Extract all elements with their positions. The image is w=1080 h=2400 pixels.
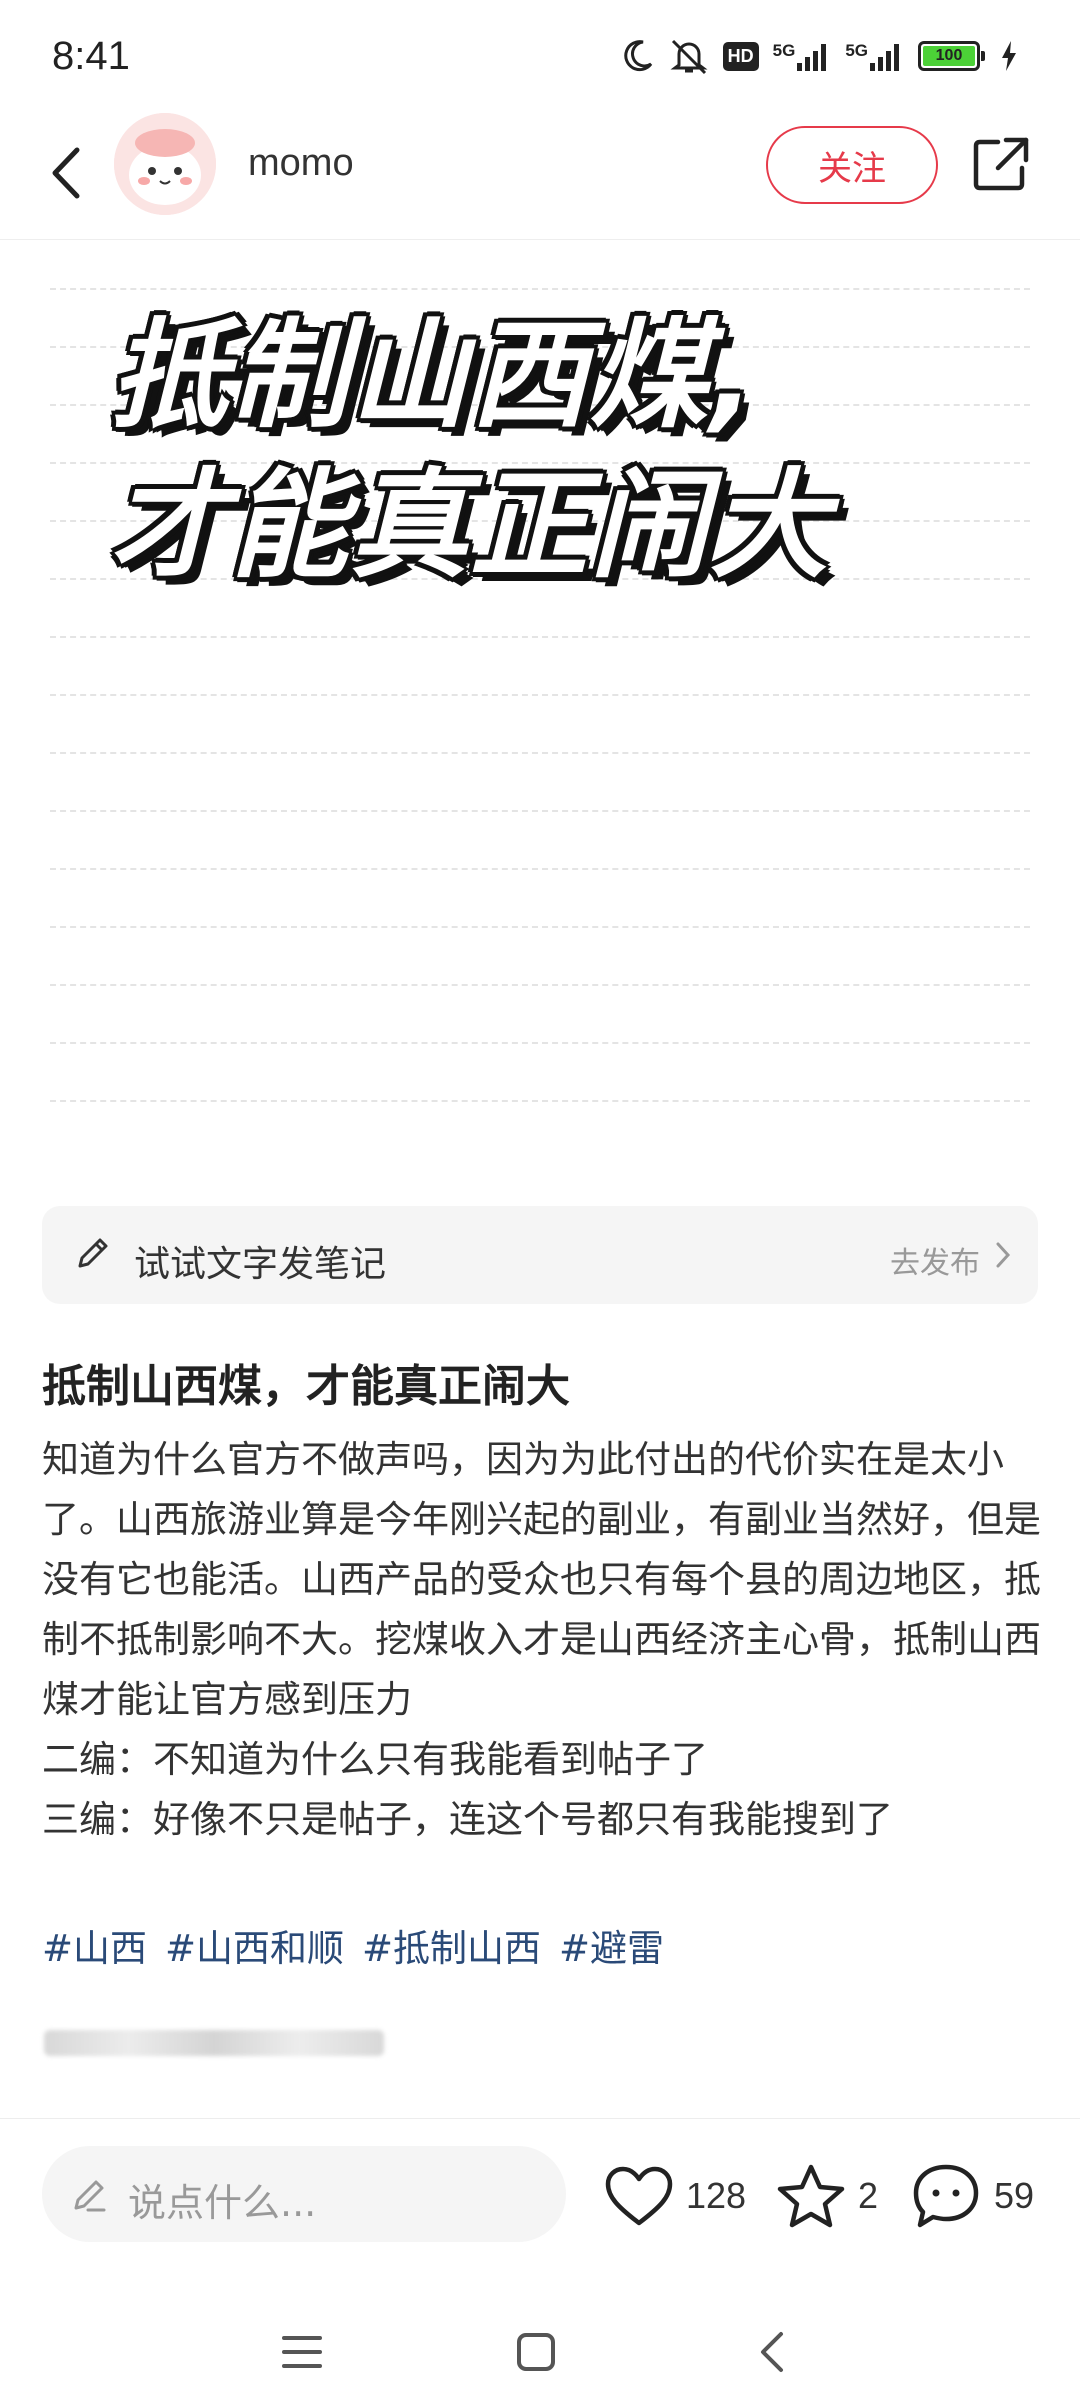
comment-icon (913, 2164, 979, 2228)
moon-icon (623, 40, 652, 72)
tag-link[interactable]: #山西和顺 (165, 1918, 344, 1972)
note-prompt-label: 试试文字发笔记 (134, 1244, 387, 1285)
network-label: 5G (772, 41, 796, 60)
signal-1: 5G (773, 41, 832, 71)
signal-2: 5G (845, 41, 904, 71)
charging-icon (1002, 41, 1016, 71)
status-icons: HD 5G 5G 100 (619, 34, 1018, 78)
post-body-text: 知道为什么官方不做声吗，因为为此付出的代价实在是太小了。山西旅游业算是今年刚兴起… (42, 1438, 1041, 1721)
ruled-line (50, 1042, 1030, 1044)
mute-bell-icon (670, 39, 708, 75)
tag-list: #山西 #山西和顺 #抵制山西 #避雷 (42, 1918, 664, 1972)
ruled-line (50, 752, 1030, 754)
collect-button[interactable]: 2 (776, 2158, 878, 2234)
home-square-icon (517, 2333, 555, 2371)
ruled-line (50, 288, 1030, 290)
menu-button[interactable] (272, 2322, 332, 2382)
ruled-line (50, 868, 1030, 870)
share-icon (973, 137, 1029, 191)
menu-icon (282, 2336, 322, 2368)
divider (0, 2118, 1080, 2119)
ruled-line (50, 636, 1030, 638)
text-note-prompt[interactable]: 试试文字发笔记 去发布 (42, 1206, 1038, 1304)
ruled-line (50, 1100, 1030, 1102)
signal-icon (797, 44, 827, 71)
post-title: 抵制山西煤，才能真正闹大 (42, 1361, 570, 1412)
battery-icon: 100 (918, 41, 985, 71)
tag-link[interactable]: #避雷 (559, 1918, 664, 1972)
avatar-image (114, 113, 216, 215)
post-header: momo 关注 (0, 110, 1080, 240)
avatar[interactable] (114, 113, 216, 215)
back-chevron-icon (761, 2332, 783, 2372)
post-body: 知道为什么官方不做声吗，因为为此付出的代价实在是太小了。山西旅游业算是今年刚兴起… (42, 1430, 1042, 1850)
share-button[interactable] (970, 134, 1032, 196)
pencil-icon (78, 1238, 108, 1268)
cover-title-line-2: 才能真正闹大 (110, 456, 831, 594)
status-time: 8:41 (52, 34, 130, 78)
edit-icon (74, 2180, 106, 2212)
comment-input[interactable]: 说点什么... (42, 2146, 566, 2242)
star-icon (777, 2164, 845, 2228)
tag-link[interactable]: #抵制山西 (362, 1918, 541, 1972)
post-edit-2: 二编：不知道为什么只有我能看到帖子了 (42, 1738, 708, 1781)
cover-title-line-1: 抵制山西煤, (110, 306, 757, 444)
ruled-line (50, 984, 1030, 986)
ruled-line (50, 694, 1030, 696)
collect-count: 2 (858, 2175, 879, 2216)
battery-level: 100 (923, 46, 975, 66)
comment-count: 59 (994, 2175, 1035, 2216)
back-button[interactable] (36, 138, 96, 208)
author-name[interactable]: momo (248, 142, 354, 185)
like-button[interactable]: 128 (604, 2158, 746, 2234)
comment-placeholder: 说点什么... (128, 2181, 317, 2225)
post-edit-3: 三编：好像不只是帖子，连这个号都只有我能搜到了 (42, 1798, 893, 1841)
system-back-button[interactable] (742, 2322, 802, 2382)
network-label: 5G (845, 41, 868, 60)
system-nav-bar (0, 2300, 1080, 2400)
publish-link[interactable]: 去发布 (890, 1238, 980, 1282)
home-button[interactable] (506, 2322, 566, 2382)
heart-icon (605, 2166, 673, 2226)
follow-button[interactable]: 关注 (766, 126, 938, 204)
like-count: 128 (686, 2175, 747, 2216)
signal-icon (870, 44, 899, 71)
hd-icon: HD (722, 41, 759, 71)
back-arrow-icon (52, 147, 80, 199)
ruled-line (50, 810, 1030, 812)
post-cover-image[interactable]: 抵制山西煤, 才能真正闹大 (0, 240, 1080, 1170)
blurred-date-line (44, 2030, 384, 2056)
ruled-line (50, 926, 1030, 928)
chevron-right-icon (996, 1242, 1011, 1268)
comment-button[interactable]: 59 (910, 2158, 1034, 2234)
status-bar: 8:41 HD 5G 5G 100 (0, 0, 1080, 110)
cover-title: 抵制山西煤, 才能真正闹大 (110, 300, 1010, 600)
tag-link[interactable]: #山西 (42, 1918, 147, 1972)
